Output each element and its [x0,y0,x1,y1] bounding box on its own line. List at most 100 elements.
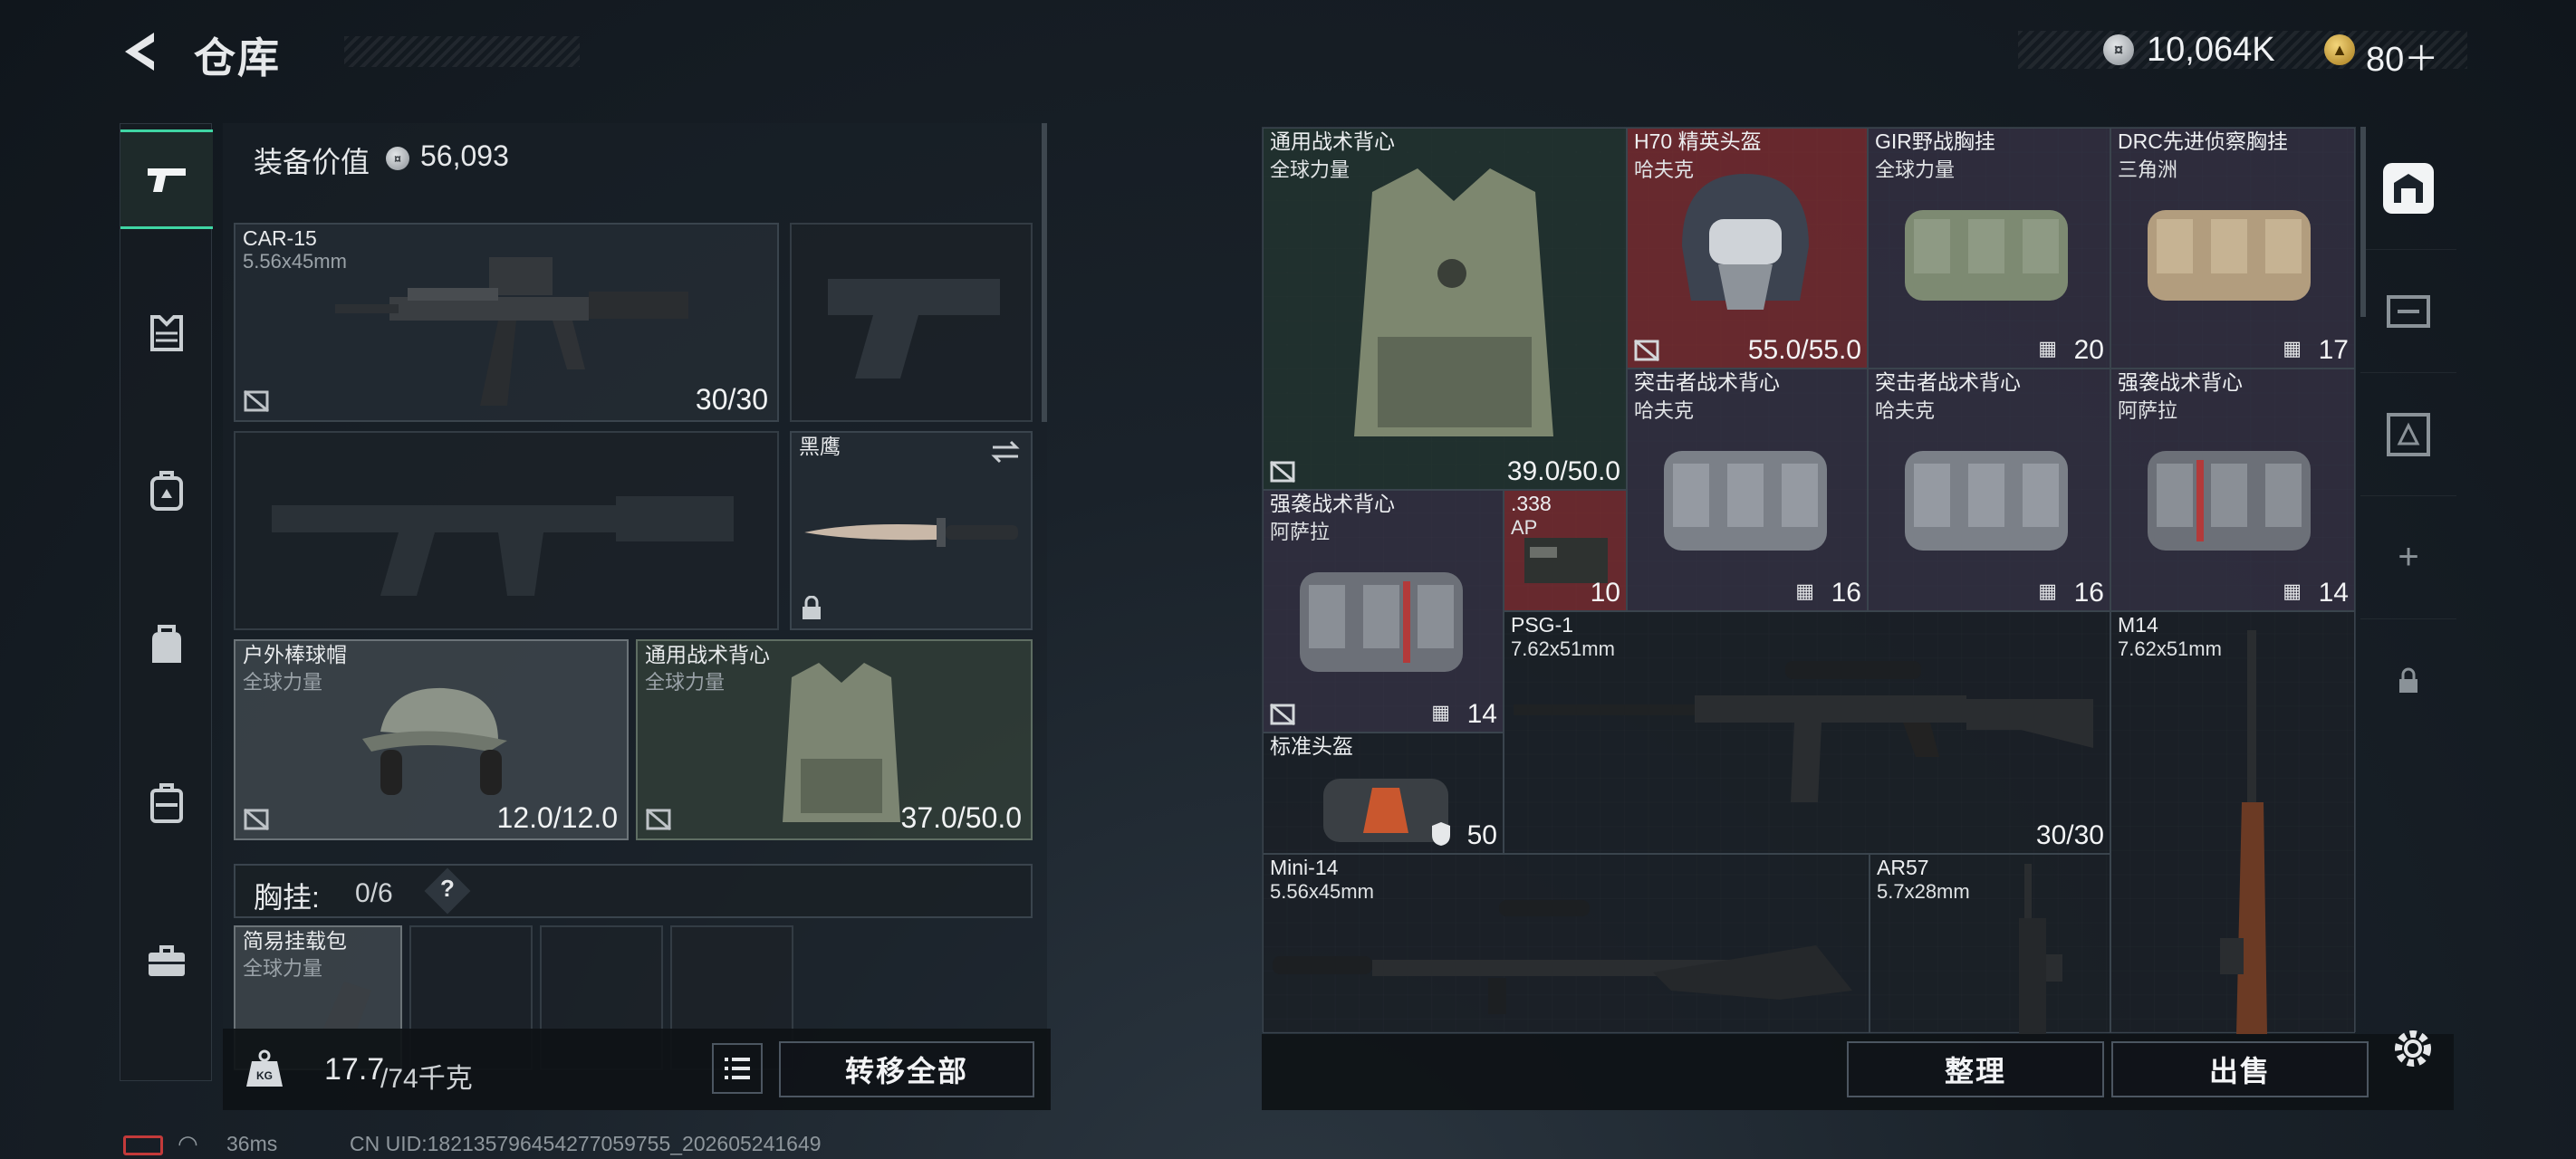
armor-icon [150,315,183,351]
item-name: 突击者战术背心 [1875,370,2021,394]
gold-currency-amount[interactable]: 80＋ [2366,31,2438,81]
settings-button[interactable] [2388,1023,2438,1074]
list-view-button[interactable] [712,1043,763,1094]
locked-storage-tab[interactable] [2360,619,2456,742]
item-brand: 哈夫克 [1875,399,1936,422]
vest-image [1664,451,1827,551]
stash-item[interactable]: GIR野战胸挂 全球力量 ▦ 20 [1868,128,2110,369]
item-name: 突击者战术背心 [1634,370,1780,394]
stash-item[interactable]: H70 精英头盔 哈夫克 55.0/55.0 [1627,128,1868,369]
scrollbar[interactable] [2360,127,2366,317]
list-icon [725,1058,750,1079]
stash-item[interactable]: .338 AP 10 [1504,490,1627,611]
ammo-count: 30/30 [695,383,768,416]
transfer-all-button[interactable]: 转移全部 [779,1041,1034,1097]
storage-truck-icon [2387,294,2430,328]
slots-icon: ▦ [2038,337,2057,359]
item-name: 强袭战术背心 [1270,492,1395,515]
no-durability-icon [1633,339,1660,362]
rifle-image [1273,900,1852,1014]
vest-image [1905,451,2068,551]
stash-item[interactable]: 标准头盔 50 [1263,733,1504,854]
slots-icon: ▦ [2283,337,2302,359]
backpack-icon [150,471,183,511]
back-arrow-icon [125,33,154,71]
item-name: 通用战术背心 [1270,129,1395,153]
silver-coin-icon: ¤ [386,147,409,170]
scrollbar[interactable] [1042,123,1047,422]
stash-item[interactable]: DRC先进侦察胸挂 三角洲 ▦ 17 [2110,128,2355,369]
back-button[interactable] [118,27,167,76]
stash-item[interactable]: Mini-14 5.56x45mm [1263,854,1870,1033]
stash-item[interactable]: M14 7.62x51mm [2110,611,2355,1034]
vest-image [783,663,900,822]
svg-text:KG: KG [256,1069,273,1082]
gold-coin-icon: ▲ [2324,34,2355,65]
item-name: 简易挂载包 [243,929,347,953]
item-name: PSG-1 [1511,613,1574,637]
silver-currency-amount[interactable]: 10,064K [2147,31,2275,70]
toolbox-icon [149,945,185,976]
armor-slot[interactable]: 通用战术背心 全球力量 37.0/50.0 [636,639,1033,840]
swap-icon[interactable] [989,438,1022,465]
tab-armor[interactable] [120,283,213,383]
stash-item[interactable]: PSG-1 7.62x51mm 30/30 [1504,611,2110,854]
tab-bag[interactable] [120,595,213,694]
primary-weapon-slot[interactable]: CAR-15 5.56x45mm 30/30 [234,223,779,422]
item-name: 强袭战术背心 [2118,370,2243,394]
pistol-silhouette-icon [828,279,1000,378]
shield-icon [1432,822,1450,846]
stash-item[interactable]: 通用战术背心 全球力量 39.0/50.0 [1263,128,1627,490]
rifle-image [335,257,688,406]
item-caliber: 7.62x51mm [2118,637,2222,660]
tab-weapons[interactable] [120,129,213,229]
tab-luggage[interactable] [120,754,213,854]
stash-item[interactable]: AR57 5.7x28mm [1870,854,2110,1034]
cap-image [362,687,507,795]
organize-button[interactable]: 整理 [1847,1041,2104,1097]
tab-warehouse[interactable] [2360,127,2456,250]
tab-storage-2[interactable] [2360,250,2456,373]
tab-toolbox[interactable] [120,912,213,1011]
item-name: 黑鹰 [799,435,841,458]
item-brand: 哈夫克 [1634,399,1695,422]
chest-rig-header: 胸挂: 0/6 ? [234,864,1033,918]
item-brand: 全球力量 [1875,158,1956,181]
weight-icon: KG [243,1047,286,1090]
luggage-icon [150,783,183,823]
no-durability-icon [243,389,270,413]
item-name: 户外棒球帽 [243,643,347,666]
item-name: H70 精英头盔 [1634,129,1762,153]
sell-button[interactable]: 出售 [2111,1041,2369,1097]
helmet-image [1682,174,1809,310]
add-icon: + [2398,537,2419,577]
item-name: AR57 [1877,856,1929,879]
stash-item[interactable]: 强袭战术背心 阿萨拉 ▦ 14 [2110,369,2355,611]
rifle-image [2019,864,2062,1034]
stash-item[interactable]: 突击者战术背心 哈夫克 ▦ 16 [1627,369,1868,611]
item-name: Mini-14 [1270,856,1339,879]
tab-backpack[interactable] [120,441,213,541]
chest-rig-image [2148,210,2311,301]
helmet-slot[interactable]: 户外棒球帽 全球力量 12.0/12.0 [234,639,629,840]
vest-image [2148,451,2311,551]
tab-storage-3[interactable] [2360,373,2456,496]
bag-icon [152,625,181,663]
item-name: 通用战术背心 [645,643,770,666]
item-name: DRC先进侦察胸挂 [2118,129,2288,153]
equipment-value-label: 装备价值 [254,146,370,178]
no-durability-icon [645,808,672,831]
melee-slot[interactable]: 黑鹰 [790,431,1033,630]
add-storage-button[interactable]: + [2360,496,2456,619]
ammo-count: 30/30 [2035,820,2104,850]
stash-item[interactable]: 强袭战术背心 阿萨拉 ▦ 14 [1263,490,1504,733]
inventory-footer: KG 17.7 /74千克 转移全部 [223,1029,1051,1110]
capacity-value: 17 [2318,335,2349,365]
item-brand: 阿萨拉 [1270,521,1331,543]
item-caliber: 5.7x28mm [1877,880,1970,903]
secondary-weapon-slot[interactable] [234,431,779,630]
slots-icon: ▦ [1431,701,1450,723]
pistol-slot[interactable] [790,223,1033,422]
stash-item[interactable]: 突击者战术背心 哈夫克 ▦ 16 [1868,369,2110,611]
title-decoration [344,36,580,67]
